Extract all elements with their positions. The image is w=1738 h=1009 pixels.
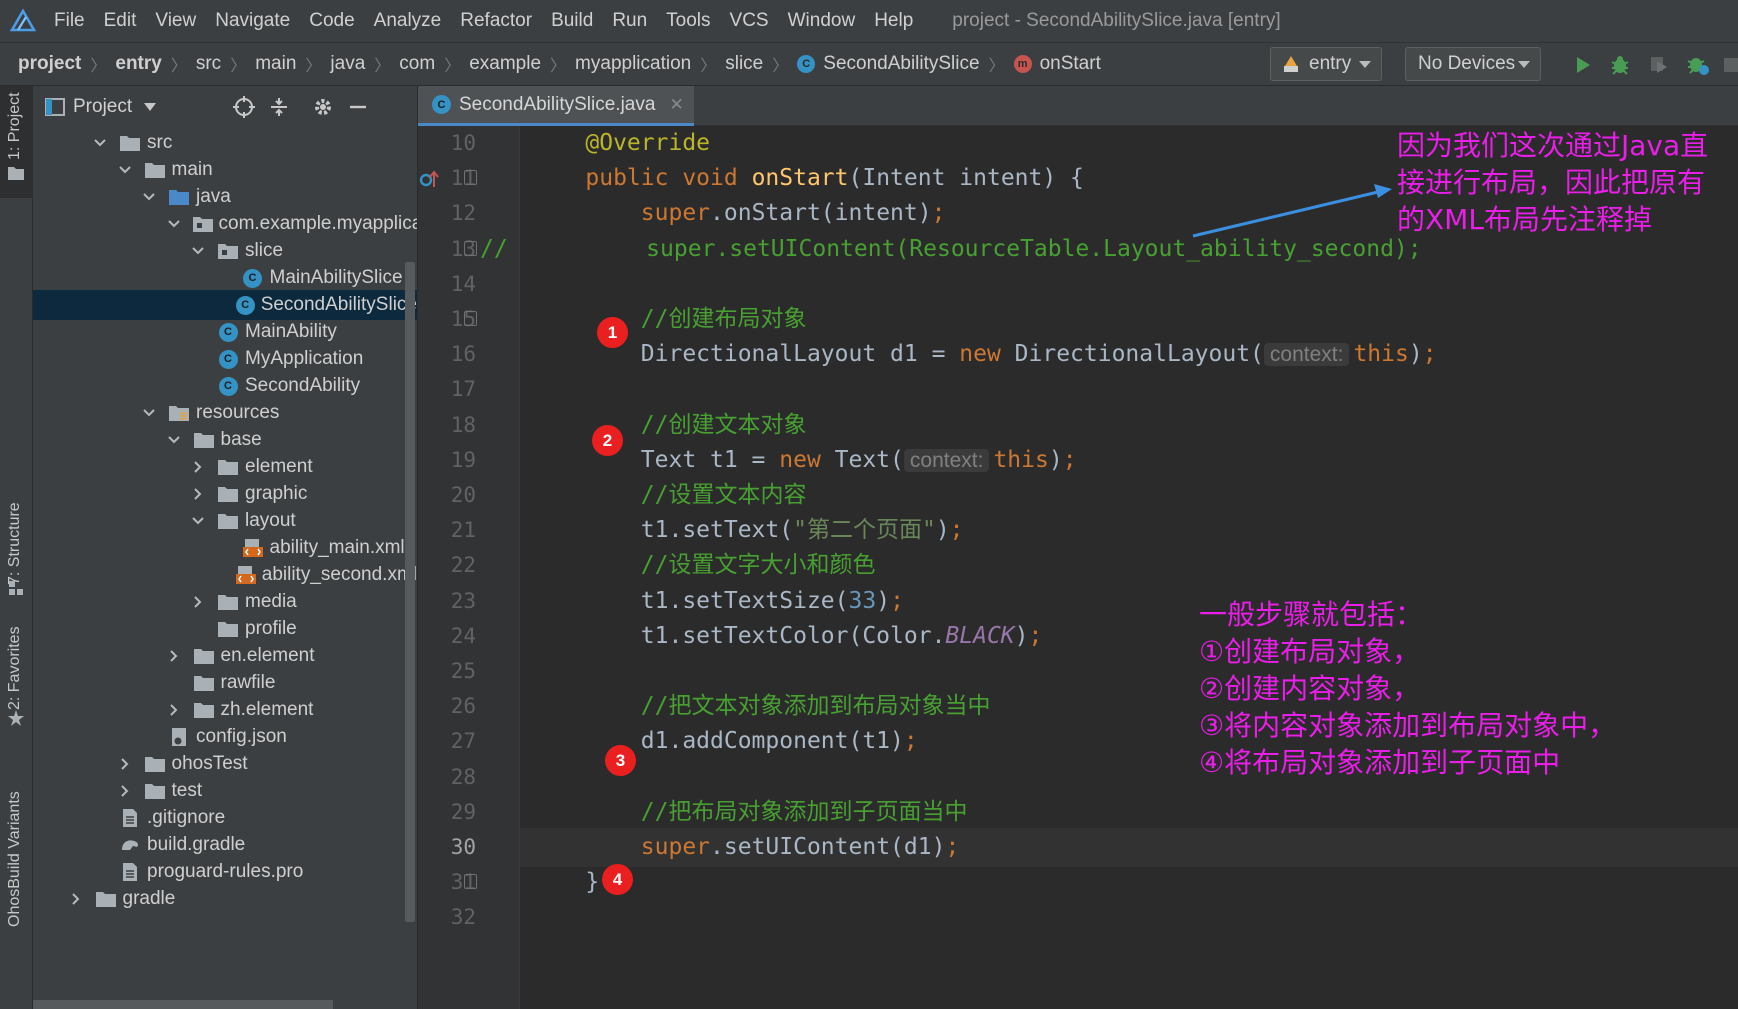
- note-line: ③将内容对象添加到布局对象中，: [1199, 709, 1617, 742]
- arrow-head-icon: [1374, 184, 1392, 198]
- comment-out-note: 因为我们这次通过Java直 接进行布局，因此把原有 的XML布局先注释掉: [1397, 127, 1708, 238]
- step-badge-2: 2: [592, 425, 623, 456]
- step-badge-3: 3: [605, 745, 636, 776]
- note-line: 一般步骤就包括：: [1199, 598, 1424, 631]
- note-line: ①创建布局对象，: [1199, 635, 1421, 668]
- general-steps-note: 一般步骤就包括： ①创建布局对象， ②创建内容对象， ③将内容对象添加到布局对象…: [1199, 596, 1616, 781]
- note-line: 的XML布局先注释掉: [1397, 203, 1652, 236]
- note-line: 因为我们这次通过Java直: [1397, 129, 1709, 162]
- step-badge-4: 4: [602, 864, 633, 895]
- note-line: ②创建内容对象，: [1199, 672, 1421, 705]
- note-line: 接进行布局，因此把原有: [1397, 166, 1706, 199]
- note-line: ④将布局对象添加到子页面中: [1199, 746, 1561, 779]
- step-badge-1: 1: [597, 317, 628, 348]
